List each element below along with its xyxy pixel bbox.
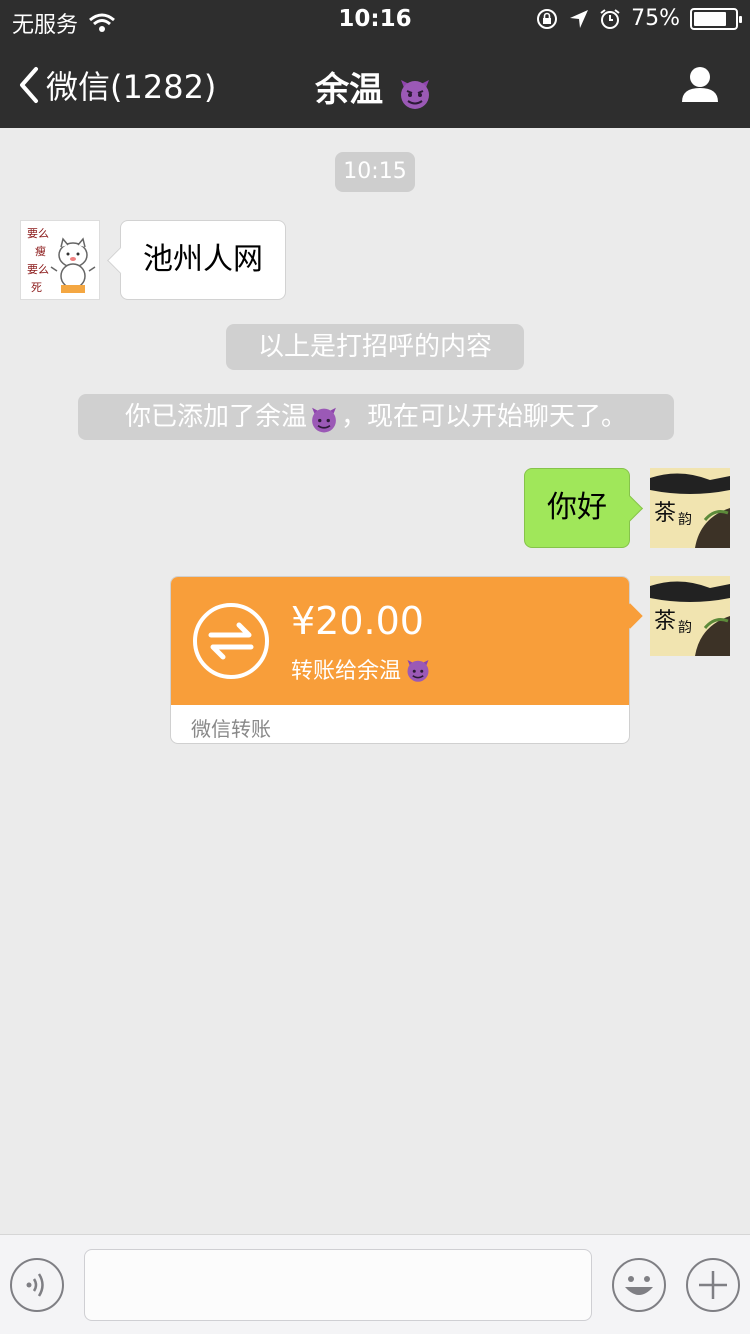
transfer-footer-label: 微信转账: [191, 717, 271, 741]
location-arrow-icon: [570, 9, 589, 28]
svg-text:韵: 韵: [678, 512, 692, 528]
smiling-devil-emoji-icon: [407, 660, 429, 682]
smiling-devil-emoji-icon: [312, 407, 336, 432]
tea-painting-avatar-image: 茶 韵: [650, 468, 730, 548]
system-message-added-part1: 你已添加了余温: [124, 402, 307, 432]
chat-title: 余温: [0, 62, 750, 112]
battery-percent: 75%: [631, 6, 680, 31]
system-message-added: 你已添加了余温 ，现在可以开始聊天了。: [78, 394, 674, 440]
svg-text:茶: 茶: [654, 501, 676, 526]
plus-icon[interactable]: [685, 1257, 741, 1313]
emoji-icon[interactable]: [611, 1257, 667, 1313]
nav-bar: 微信(1282) 余温: [0, 40, 750, 128]
alarm-icon: [600, 8, 620, 29]
outgoing-message-bubble[interactable]: 你好: [524, 468, 630, 548]
system-message-added-part2: ，现在可以开始聊天了。: [341, 402, 628, 432]
svg-text:茶: 茶: [654, 609, 676, 634]
voice-icon[interactable]: [9, 1257, 65, 1313]
smiling-devil-emoji-icon: [400, 79, 429, 109]
svg-text:要么: 要么: [27, 227, 49, 240]
transfer-description: 转账给余温: [291, 653, 433, 685]
transfer-description-text: 转账给余温: [291, 659, 402, 684]
chat-title-text: 余温: [315, 70, 384, 110]
battery-icon: [690, 7, 742, 30]
input-toolbar: [0, 1234, 750, 1334]
my-avatar[interactable]: 茶 韵: [650, 468, 730, 548]
cartoon-cat-avatar-image: 要么 瘦 要么 死: [21, 221, 99, 299]
svg-text:要么: 要么: [27, 263, 49, 276]
status-right: 75%: [535, 6, 742, 31]
transfer-arrows-icon: [193, 603, 269, 679]
rotation-lock-icon: [537, 8, 558, 29]
message-timestamp: 10:15: [335, 152, 415, 192]
tea-painting-avatar-image: 茶 韵: [650, 576, 730, 656]
contact-avatar[interactable]: 要么 瘦 要么 死: [20, 220, 100, 300]
transfer-card[interactable]: ¥20.00 转账给余温 微信转账: [170, 576, 630, 744]
incoming-message-bubble[interactable]: 池州人网: [120, 220, 286, 300]
transfer-amount: ¥20.00: [291, 599, 424, 643]
transfer-card-header: ¥20.00 转账给余温: [171, 577, 629, 705]
message-input[interactable]: [84, 1249, 592, 1321]
svg-text:瘦: 瘦: [35, 244, 46, 258]
my-avatar[interactable]: 茶 韵: [650, 576, 730, 656]
svg-text:韵: 韵: [678, 620, 692, 636]
status-bar: 无服务 10:16 75%: [0, 0, 750, 40]
chat-area[interactable]: 10:15 要么 瘦 要么 死 池州人网 以上是打招呼的内容 你已添加了余温 ，…: [0, 128, 750, 1234]
system-message-greeting: 以上是打招呼的内容: [226, 324, 524, 370]
person-icon[interactable]: [680, 64, 720, 104]
svg-text:死: 死: [31, 281, 42, 294]
